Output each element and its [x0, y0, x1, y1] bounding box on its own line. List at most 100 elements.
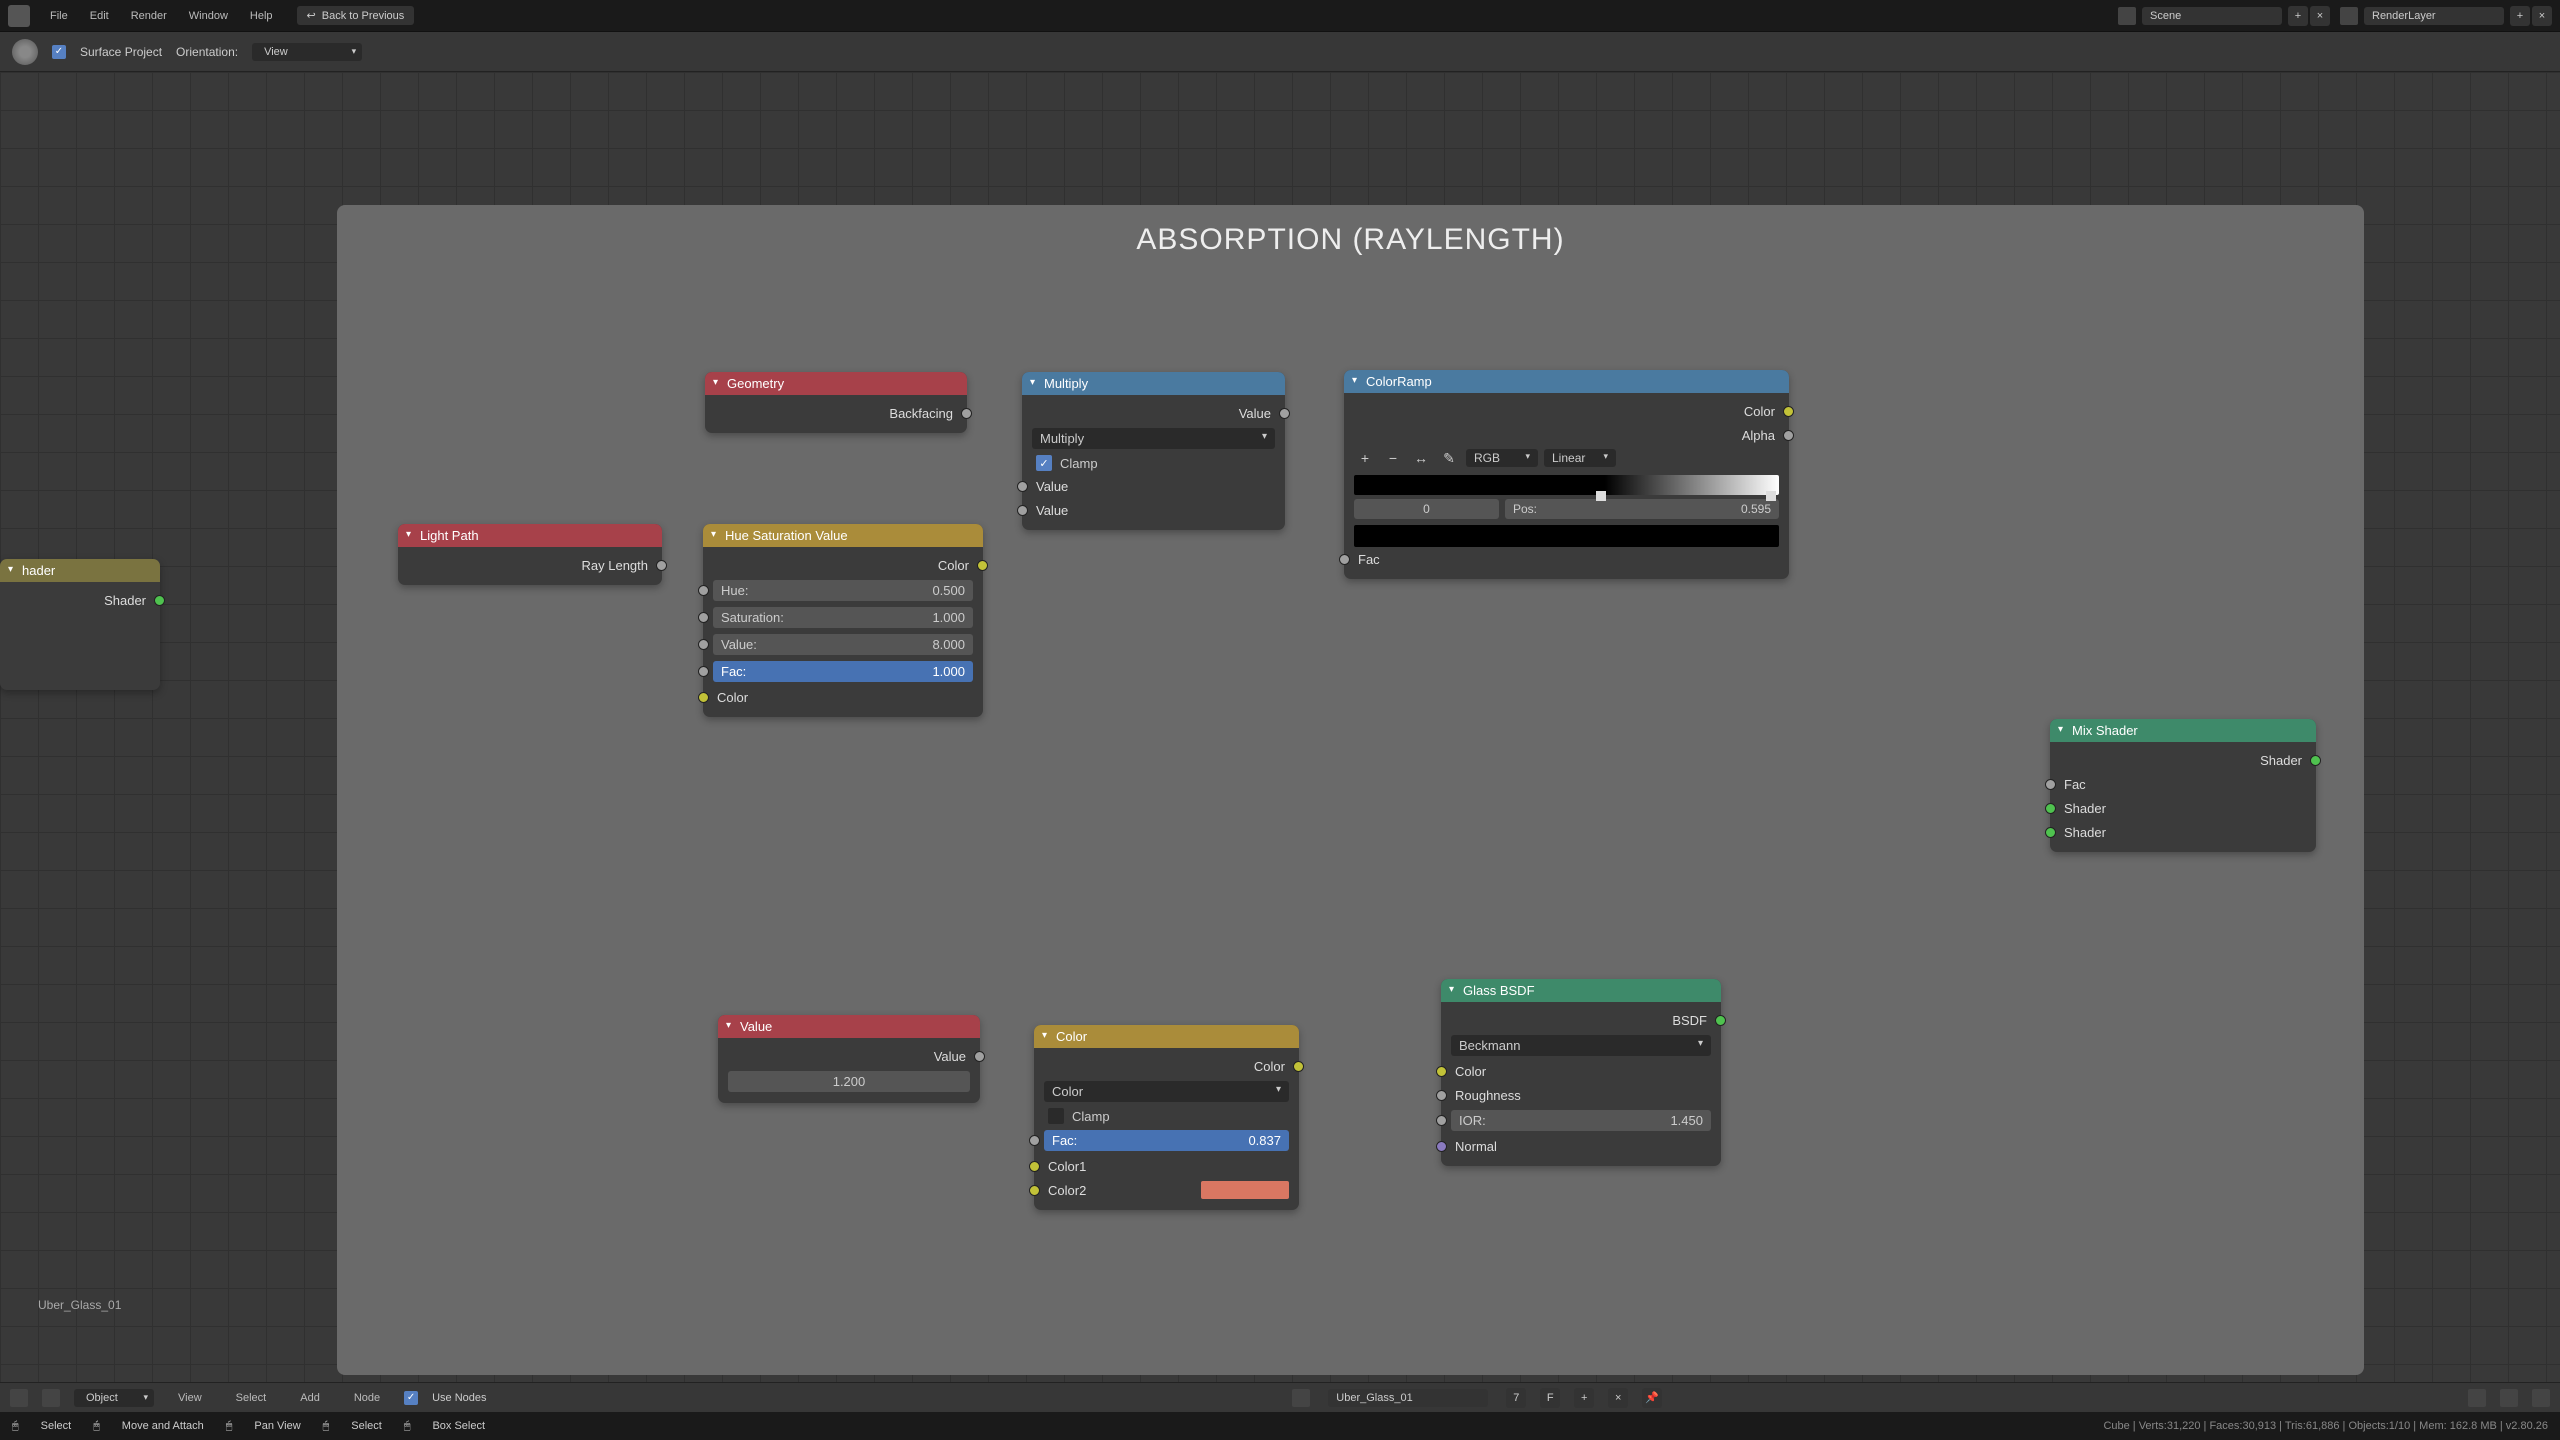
node-mix-color[interactable]: Color Color Color Clamp Fac:0.837 Color1…: [1034, 1025, 1299, 1210]
ramp-stop-1[interactable]: [1766, 491, 1776, 501]
menu-select[interactable]: Select: [226, 1388, 277, 1408]
socket-shader2-in[interactable]: [2045, 827, 2056, 838]
clamp-checkbox[interactable]: [1048, 1108, 1064, 1124]
socket-color2-in[interactable]: [1029, 1185, 1040, 1196]
socket-hue-in[interactable]: [698, 585, 709, 596]
ior-field[interactable]: IOR:1.450: [1451, 1110, 1711, 1131]
orientation-dropdown[interactable]: View: [252, 43, 362, 61]
socket-value2-in[interactable]: [1017, 505, 1028, 516]
material-fake-user[interactable]: F: [1540, 1388, 1560, 1408]
shader-type-icon[interactable]: [42, 1389, 60, 1407]
node-glass-bsdf[interactable]: Glass BSDF BSDF Beckmann Color Roughness…: [1441, 979, 1721, 1166]
material-selector[interactable]: Uber_Glass_01: [1328, 1389, 1488, 1407]
node-header[interactable]: hader: [0, 559, 160, 582]
maximize-icon[interactable]: [2532, 1389, 2550, 1407]
menu-help[interactable]: Help: [240, 6, 283, 26]
renderlayer-selector[interactable]: RenderLayer: [2364, 7, 2504, 25]
socket-fac-in[interactable]: [1339, 554, 1350, 565]
socket-shader-out[interactable]: [2310, 755, 2321, 766]
socket-value1-in[interactable]: [1017, 481, 1028, 492]
snap-icon[interactable]: [2468, 1389, 2486, 1407]
surface-project-checkbox[interactable]: ✓: [52, 45, 66, 59]
scene-selector[interactable]: Scene: [2142, 7, 2282, 25]
clamp-checkbox[interactable]: ✓: [1036, 455, 1052, 471]
object-mode-dropdown[interactable]: Object: [74, 1389, 154, 1407]
socket-color-in[interactable]: [1436, 1066, 1447, 1077]
socket-color-out[interactable]: [1293, 1061, 1304, 1072]
node-geometry[interactable]: Geometry Backfacing: [705, 372, 967, 433]
overlay-icon[interactable]: [2500, 1389, 2518, 1407]
color2-swatch[interactable]: [1201, 1181, 1289, 1199]
blend-mode-dropdown[interactable]: Color: [1044, 1081, 1289, 1102]
socket-fac-in[interactable]: [698, 666, 709, 677]
material-add-button[interactable]: +: [1574, 1388, 1594, 1408]
node-editor-canvas[interactable]: ABSORPTION (RAYLENGTH) hader Shader Ligh…: [0, 72, 2560, 1382]
val-field[interactable]: Value:8.000: [713, 634, 973, 655]
back-button[interactable]: ↩ Back to Previous: [297, 6, 415, 25]
node-header[interactable]: Glass BSDF: [1441, 979, 1721, 1002]
pin-button[interactable]: 📌: [1642, 1388, 1662, 1408]
node-header[interactable]: Value: [718, 1015, 980, 1038]
node-mix-shader[interactable]: Mix Shader Shader Fac Shader Shader: [2050, 719, 2316, 852]
node-header[interactable]: ColorRamp: [1344, 370, 1789, 393]
node-header[interactable]: Multiply: [1022, 372, 1285, 395]
use-nodes-checkbox[interactable]: ✓: [404, 1391, 418, 1405]
material-users[interactable]: 7: [1506, 1388, 1526, 1408]
menu-render[interactable]: Render: [121, 6, 177, 26]
ramp-pos-field[interactable]: Pos:0.595: [1505, 499, 1779, 519]
menu-add[interactable]: Add: [290, 1388, 330, 1408]
socket-color-out[interactable]: [977, 560, 988, 571]
menu-node[interactable]: Node: [344, 1388, 390, 1408]
distribution-dropdown[interactable]: Beckmann: [1451, 1035, 1711, 1056]
socket-val-in[interactable]: [698, 639, 709, 650]
node-light-path[interactable]: Light Path Ray Length: [398, 524, 662, 585]
menu-file[interactable]: File: [40, 6, 78, 26]
editor-type-icon[interactable]: [10, 1389, 28, 1407]
layer-close-button[interactable]: ×: [2532, 6, 2552, 26]
socket-ior-in[interactable]: [1436, 1115, 1447, 1126]
socket-color1-in[interactable]: [1029, 1161, 1040, 1172]
ramp-interp-dropdown[interactable]: Linear: [1544, 449, 1616, 467]
node-header[interactable]: Light Path: [398, 524, 662, 547]
socket-color-in[interactable]: [698, 692, 709, 703]
ramp-tools-button[interactable]: ✎: [1438, 447, 1460, 469]
scene-close-button[interactable]: ×: [2310, 6, 2330, 26]
socket-color-out[interactable]: [1783, 406, 1794, 417]
ramp-remove-button[interactable]: −: [1382, 447, 1404, 469]
ramp-stop-0[interactable]: [1596, 491, 1606, 501]
ramp-color-swatch[interactable]: [1354, 525, 1779, 547]
menu-view[interactable]: View: [168, 1388, 212, 1408]
socket-bsdf-out[interactable]: [1715, 1015, 1726, 1026]
socket-shader-out[interactable]: [154, 595, 165, 606]
socket-fac-in[interactable]: [2045, 779, 2056, 790]
ramp-add-button[interactable]: +: [1354, 447, 1376, 469]
fac-field[interactable]: Fac:0.837: [1044, 1130, 1289, 1151]
material-unlink-button[interactable]: ×: [1608, 1388, 1628, 1408]
socket-value-out[interactable]: [974, 1051, 985, 1062]
node-value[interactable]: Value Value 1.200: [718, 1015, 980, 1103]
socket-raylength-out[interactable]: [656, 560, 667, 571]
socket-backfacing-out[interactable]: [961, 408, 972, 419]
node-input-shader[interactable]: hader Shader: [0, 559, 160, 690]
menu-edit[interactable]: Edit: [80, 6, 119, 26]
node-colorramp[interactable]: ColorRamp Color Alpha + − ↔ ✎ RGB Linear…: [1344, 370, 1789, 579]
node-header[interactable]: Geometry: [705, 372, 967, 395]
scene-add-button[interactable]: +: [2288, 6, 2308, 26]
ramp-index-field[interactable]: 0: [1354, 499, 1499, 519]
value-field[interactable]: 1.200: [728, 1071, 970, 1092]
socket-sat-in[interactable]: [698, 612, 709, 623]
gizmo-icon[interactable]: [12, 39, 38, 65]
socket-normal-in[interactable]: [1436, 1141, 1447, 1152]
operation-dropdown[interactable]: Multiply: [1032, 428, 1275, 449]
socket-value-out[interactable]: [1279, 408, 1290, 419]
color-ramp-gradient[interactable]: [1354, 475, 1779, 495]
node-hsv[interactable]: Hue Saturation Value Color Hue:0.500 Sat…: [703, 524, 983, 717]
node-header[interactable]: Color: [1034, 1025, 1299, 1048]
socket-alpha-out[interactable]: [1783, 430, 1794, 441]
layer-add-button[interactable]: +: [2510, 6, 2530, 26]
fac-field[interactable]: Fac:1.000: [713, 661, 973, 682]
socket-shader1-in[interactable]: [2045, 803, 2056, 814]
ramp-mode-dropdown[interactable]: RGB: [1466, 449, 1538, 467]
node-header[interactable]: Hue Saturation Value: [703, 524, 983, 547]
menu-window[interactable]: Window: [179, 6, 238, 26]
